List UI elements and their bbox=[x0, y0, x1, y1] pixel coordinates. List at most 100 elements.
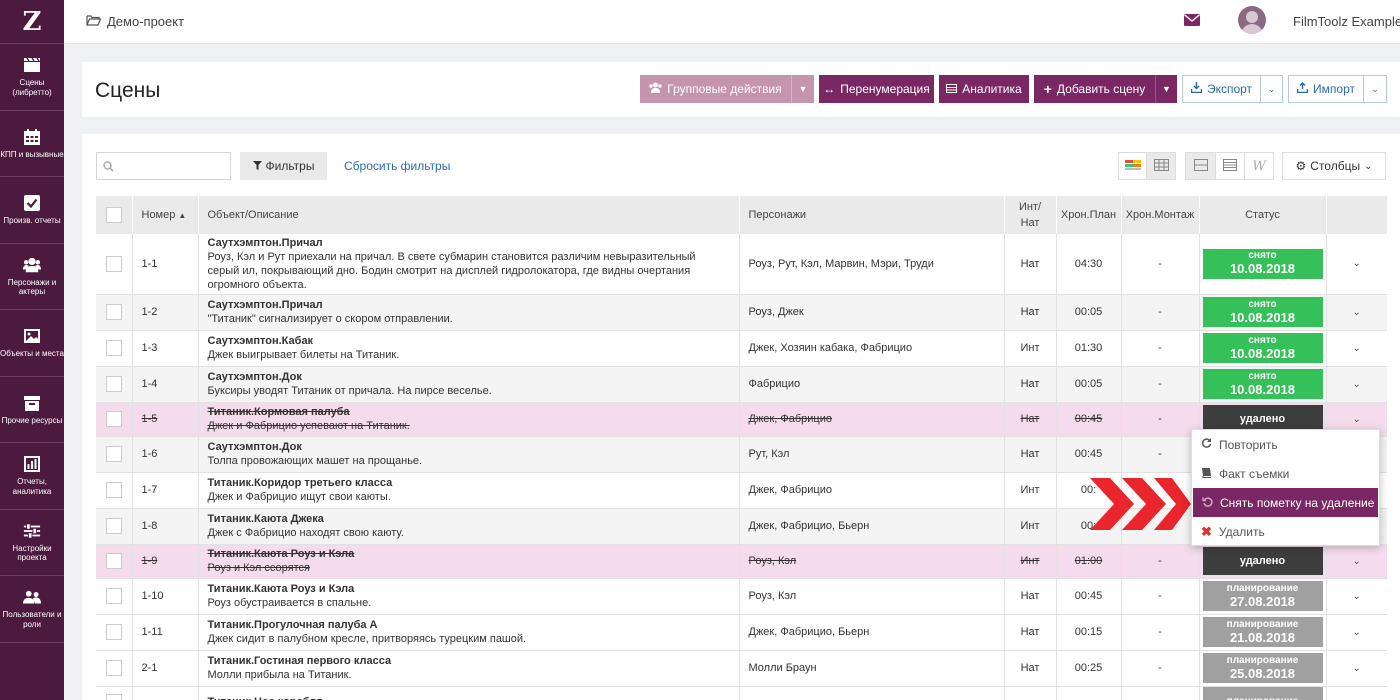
row-expand-cell[interactable]: ⌄ bbox=[1326, 294, 1387, 331]
scene-object-cell[interactable]: Титаник.Каюта Джека Джек с Фабрицио наход… bbox=[198, 508, 740, 545]
col-object[interactable]: Объект/Описание bbox=[198, 196, 740, 234]
menu-item-repeat[interactable]: Повторить bbox=[1192, 430, 1379, 459]
chevron-down-icon[interactable]: ⌄ bbox=[1353, 307, 1361, 318]
chevron-down-icon[interactable]: ⌄ bbox=[1353, 379, 1361, 390]
sidebar-item-users[interactable]: Пользователи и роли bbox=[0, 576, 64, 643]
scene-object-cell[interactable]: Саутхэмптон.Причал "Титаник" сигнализируе… bbox=[198, 294, 740, 331]
scene-object-cell[interactable]: Саутхэмптон.Кабак Джек выигрывает билеты … bbox=[198, 330, 740, 367]
group-actions-button[interactable]: Групповые действия bbox=[640, 75, 791, 103]
row-checkbox[interactable] bbox=[105, 553, 122, 569]
avatar[interactable] bbox=[1238, 6, 1266, 34]
sidebar-item-resources[interactable]: Прочие ресурсы bbox=[0, 377, 64, 443]
compact-view-button[interactable] bbox=[1185, 152, 1216, 180]
sidebar-item-kpp[interactable]: КПП и вызывные bbox=[0, 111, 64, 177]
row-checkbox[interactable] bbox=[105, 304, 122, 320]
chevron-down-icon[interactable]: ⌄ bbox=[1353, 258, 1361, 269]
row-select-cell[interactable] bbox=[96, 402, 133, 437]
col-status[interactable]: Статус bbox=[1199, 196, 1327, 234]
analytics-button[interactable]: Аналитика bbox=[939, 75, 1029, 103]
chevron-down-icon[interactable]: ⌄ bbox=[1353, 343, 1361, 354]
row-select-cell[interactable] bbox=[96, 330, 133, 367]
color-view-button[interactable] bbox=[1118, 152, 1147, 180]
row-select-cell[interactable] bbox=[96, 508, 133, 545]
mail-icon[interactable] bbox=[1184, 14, 1200, 29]
row-expand-cell[interactable]: ⌄ bbox=[1326, 650, 1387, 687]
sidebar-item-scenes[interactable]: Сцены (либретто) bbox=[0, 44, 64, 111]
status-badge[interactable]: планирование 25.08.2018 bbox=[1202, 653, 1323, 683]
status-badge[interactable]: планирование 27.08.2018 bbox=[1202, 581, 1323, 611]
menu-item-delete[interactable]: ✖ Удалить bbox=[1192, 517, 1379, 546]
status-badge[interactable]: планирование 21.08.2018 bbox=[1202, 617, 1323, 647]
row-checkbox[interactable] bbox=[105, 446, 122, 462]
menu-item-fact[interactable]: Факт съемки bbox=[1192, 459, 1379, 488]
row-expand-cell[interactable]: ⌄ bbox=[1326, 614, 1387, 651]
row-select-cell[interactable] bbox=[96, 294, 133, 331]
scene-object-cell[interactable]: Титаник.Нос корабля bbox=[198, 686, 740, 700]
table-row[interactable]: 1-2 Саутхэмптон.Причал "Титаник" сигнализи… bbox=[96, 294, 1387, 331]
table-row[interactable]: 1-1 Саутхэмптон.Причал Роуз, Кэл и Рут при… bbox=[96, 234, 1387, 295]
group-actions-dropdown[interactable]: ▼ bbox=[791, 75, 814, 103]
table-row[interactable]: 1-3 Саутхэмптон.Кабак Джек выигрывает биле… bbox=[96, 330, 1387, 367]
grid-view-button[interactable] bbox=[1146, 152, 1176, 180]
status-badge[interactable]: снято 10.08.2018 bbox=[1202, 248, 1323, 279]
chevron-down-icon[interactable]: ⌄ bbox=[1353, 663, 1361, 674]
row-checkbox[interactable] bbox=[105, 482, 122, 498]
sidebar-item-objects[interactable]: Объекты и места bbox=[0, 310, 64, 377]
menu-item-unmark-delete[interactable]: Снять пометку на удаление bbox=[1193, 488, 1378, 517]
row-checkbox[interactable] bbox=[105, 693, 122, 700]
col-plan[interactable]: Хрон.План bbox=[1056, 196, 1122, 234]
col-montage[interactable]: Хрон.Монтаж bbox=[1121, 196, 1200, 234]
status-badge[interactable]: удалено bbox=[1202, 547, 1323, 575]
row-select-cell[interactable] bbox=[96, 436, 133, 473]
scene-object-cell[interactable]: Саутхэмптон.Док Буксиры уводят Титаник от… bbox=[198, 366, 740, 403]
row-expand-cell[interactable]: ⌄ bbox=[1326, 686, 1387, 700]
user-name[interactable]: FilmToolz Example bbox=[1293, 14, 1400, 29]
scene-object-cell[interactable]: Титаник.Каюта Роуз и Кэла Роуз и Кэл ссор… bbox=[198, 544, 740, 579]
sidebar-item-settings[interactable]: Настройки проекта bbox=[0, 510, 64, 576]
row-checkbox[interactable] bbox=[105, 518, 122, 534]
chevron-down-icon[interactable]: ⌄ bbox=[1353, 591, 1361, 602]
select-all-cell[interactable] bbox=[96, 196, 133, 234]
status-badge[interactable]: снято 10.08.2018 bbox=[1202, 297, 1323, 327]
scene-object-cell[interactable]: Титаник.Прогулочная палуба А Джек сидит в… bbox=[198, 614, 740, 651]
col-characters[interactable]: Персонажи bbox=[739, 196, 1005, 234]
sidebar-item-analytics[interactable]: Отчеты, аналитика bbox=[0, 443, 64, 510]
status-badge[interactable]: планирование bbox=[1202, 686, 1323, 700]
row-checkbox[interactable] bbox=[105, 411, 122, 427]
chevron-down-icon[interactable]: ⌄ bbox=[1353, 556, 1361, 567]
row-checkbox[interactable] bbox=[105, 588, 122, 604]
chevron-down-icon[interactable]: ⌄ bbox=[1353, 414, 1361, 425]
table-row[interactable]: Титаник.Нос корабля планирование ⌄ bbox=[96, 686, 1387, 700]
table-row[interactable]: 1-10 Титаник.Каюта Роуз и Кэла Роуз обустр… bbox=[96, 578, 1387, 615]
row-select-cell[interactable] bbox=[96, 472, 133, 509]
col-number[interactable]: Номер ▲ bbox=[132, 196, 199, 234]
chevron-down-icon[interactable]: ⌄ bbox=[1353, 627, 1361, 638]
row-expand-cell[interactable]: ⌄ bbox=[1326, 234, 1387, 295]
select-all-checkbox[interactable] bbox=[105, 207, 122, 224]
table-row[interactable]: 1-9 Титаник.Каюта Роуз и Кэла Роуз и Кэл с… bbox=[96, 544, 1387, 579]
columns-button[interactable]: ⚙ Столбцы ⌄ bbox=[1282, 152, 1386, 180]
row-expand-cell[interactable]: ⌄ bbox=[1326, 544, 1387, 579]
table-row[interactable]: 1-11 Титаник.Прогулочная палуба А Джек сид… bbox=[96, 614, 1387, 651]
project-breadcrumb[interactable]: Демо-проект bbox=[86, 14, 184, 29]
row-checkbox[interactable] bbox=[105, 255, 122, 272]
list-view-button[interactable] bbox=[1215, 152, 1245, 180]
row-select-cell[interactable] bbox=[96, 650, 133, 687]
col-int-nat[interactable]: Инт/Нат bbox=[1004, 196, 1057, 234]
row-select-cell[interactable] bbox=[96, 578, 133, 615]
chevron-down-icon[interactable]: ⌄ bbox=[1353, 696, 1361, 700]
row-checkbox[interactable] bbox=[105, 624, 122, 640]
row-select-cell[interactable] bbox=[96, 614, 133, 651]
import-dropdown[interactable]: ⌄ bbox=[1363, 75, 1387, 103]
scene-object-cell[interactable]: Саутхэмптон.Причал Роуз, Кэл и Рут приеха… bbox=[198, 234, 740, 295]
import-button[interactable]: Импорт bbox=[1288, 75, 1364, 103]
scene-object-cell[interactable]: Титаник.Коридор третьего класса Джек и Фа… bbox=[198, 472, 740, 509]
row-expand-cell[interactable]: ⌄ bbox=[1326, 330, 1387, 367]
app-logo[interactable]: Z bbox=[0, 0, 64, 44]
table-row[interactable]: 2-1 Титаник.Гостиная первого класса Молли … bbox=[96, 650, 1387, 687]
filters-button[interactable]: Фильтры bbox=[240, 152, 327, 180]
row-select-cell[interactable] bbox=[96, 686, 133, 700]
row-checkbox[interactable] bbox=[105, 340, 122, 356]
row-select-cell[interactable] bbox=[96, 544, 133, 579]
row-select-cell[interactable] bbox=[96, 366, 133, 403]
